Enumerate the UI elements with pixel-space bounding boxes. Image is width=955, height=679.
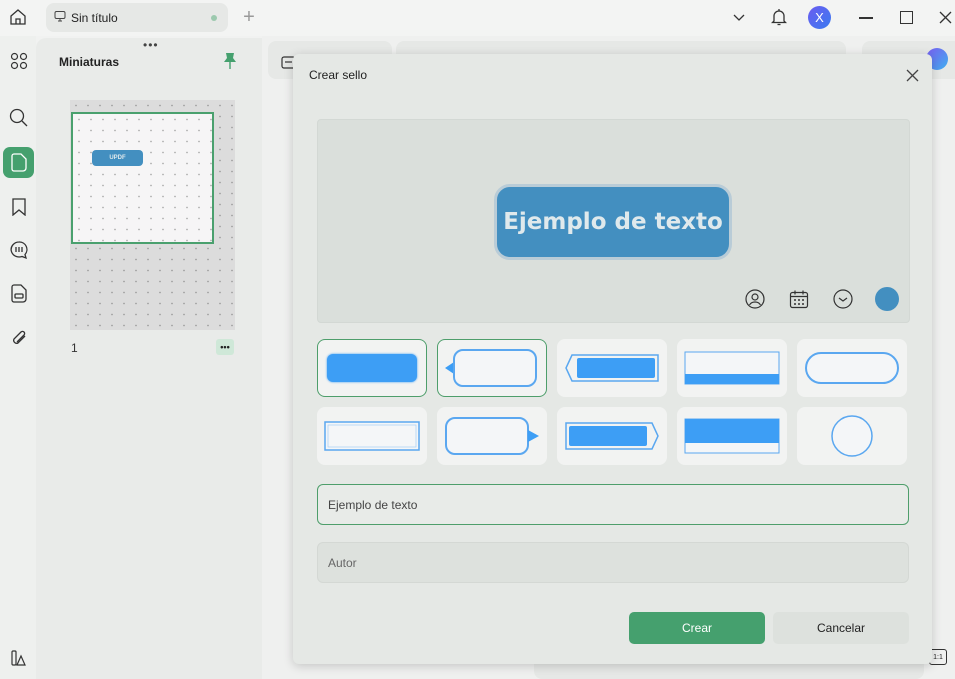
unsaved-dot xyxy=(211,15,217,21)
panel-drag-handle[interactable]: ••• xyxy=(143,38,159,52)
search-icon[interactable] xyxy=(3,102,34,133)
stamp-shape-1[interactable] xyxy=(317,339,427,397)
bell-icon[interactable] xyxy=(770,7,788,27)
home-icon[interactable] xyxy=(8,7,28,27)
stamp-text-input[interactable]: Ejemplo de texto xyxy=(317,484,909,525)
stamp-preview: Ejemplo de texto xyxy=(494,184,732,260)
stamp-shape-5[interactable] xyxy=(797,339,907,397)
stamp-shape-7[interactable] xyxy=(437,407,547,465)
panel-title: Miniaturas xyxy=(59,55,120,69)
author-input[interactable]: Autor xyxy=(317,542,909,583)
create-button[interactable]: Crear xyxy=(629,612,765,644)
close-window-icon[interactable] xyxy=(936,8,954,26)
thumb-stamp: UPDF xyxy=(92,150,143,166)
attachment-icon[interactable] xyxy=(3,322,34,353)
stamp-shape-6[interactable] xyxy=(317,407,427,465)
monitor-icon xyxy=(54,10,66,25)
bookmark-icon[interactable] xyxy=(3,191,34,222)
form-document-icon[interactable] xyxy=(3,278,34,309)
close-dialog-icon[interactable] xyxy=(903,66,921,84)
stamp-shape-2[interactable] xyxy=(437,339,547,397)
create-stamp-dialog: Crear sello Ejemplo de texto Ejemplo de … xyxy=(293,54,932,664)
title-bar: Sin título + X xyxy=(0,0,955,36)
chevron-down-icon[interactable] xyxy=(730,9,748,27)
color-picker-swatch[interactable] xyxy=(875,287,899,311)
cancel-button[interactable]: Cancelar xyxy=(773,612,909,644)
grid-apps-icon[interactable] xyxy=(3,45,34,76)
stamp-shape-9[interactable] xyxy=(677,407,787,465)
page-thumbnail-1[interactable]: UPDF xyxy=(71,112,214,244)
new-tab-plus-icon[interactable]: + xyxy=(240,6,258,28)
stamp-shape-10[interactable] xyxy=(797,407,907,465)
left-tool-rail xyxy=(0,36,36,679)
tab-title: Sin título xyxy=(71,10,118,25)
author-toggle-icon[interactable] xyxy=(744,288,766,310)
document-tab[interactable]: Sin título xyxy=(46,3,228,32)
page-more-button[interactable]: ••• xyxy=(216,339,234,355)
stamp-preview-area: Ejemplo de texto xyxy=(317,119,910,323)
page-number: 1 xyxy=(71,341,78,355)
stamp-shape-4[interactable] xyxy=(677,339,787,397)
dialog-title: Crear sello xyxy=(309,68,368,82)
stamp-shape-3[interactable] xyxy=(557,339,667,397)
pages-thumbnail-icon[interactable] xyxy=(3,147,34,178)
maximize-icon[interactable] xyxy=(897,8,915,26)
comment-icon[interactable] xyxy=(3,234,34,265)
user-avatar[interactable]: X xyxy=(808,6,831,29)
pin-icon[interactable] xyxy=(222,52,238,70)
sidebar-toggle-icon[interactable] xyxy=(3,642,34,673)
minimize-icon[interactable] xyxy=(857,9,875,27)
time-clock-icon[interactable] xyxy=(832,288,854,310)
date-calendar-icon[interactable] xyxy=(788,288,810,310)
stamp-shape-8[interactable] xyxy=(557,407,667,465)
